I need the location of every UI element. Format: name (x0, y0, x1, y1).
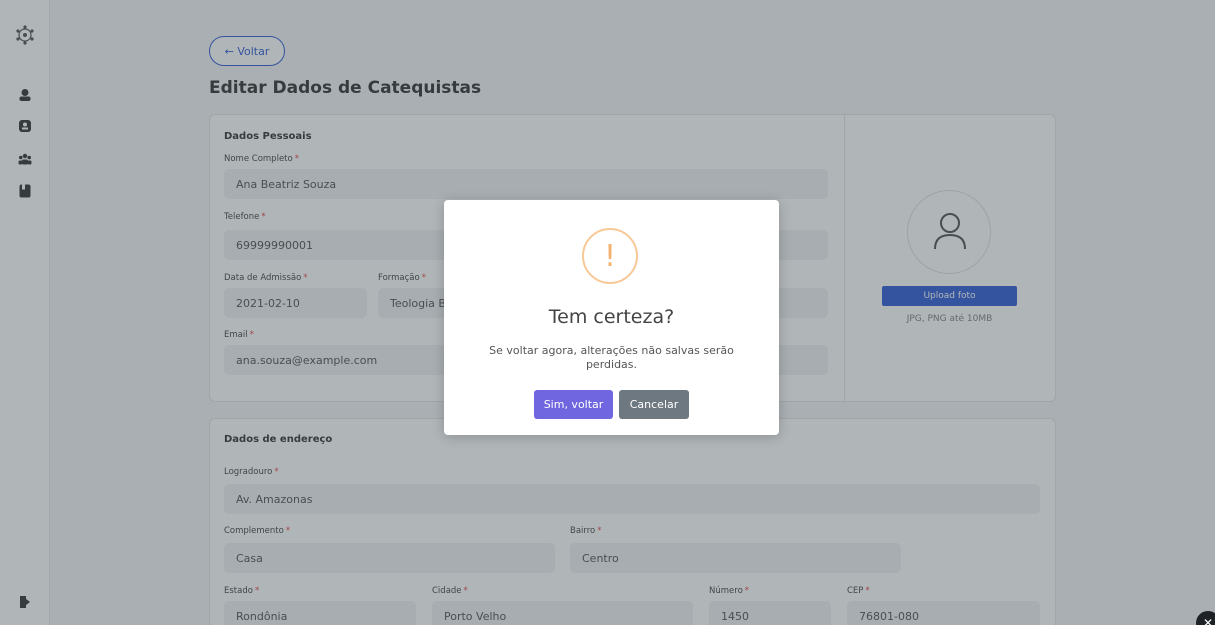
dialog-message: Se voltar agora, alterações não salvas s… (489, 344, 734, 371)
confirm-button[interactable]: Sim, voltar (534, 390, 613, 419)
dialog-title: Tem certeza? (548, 306, 675, 328)
warning-icon: ! (582, 228, 638, 284)
cancel-button[interactable]: Cancelar (619, 390, 689, 419)
confirm-dialog: ! Tem certeza? Se voltar agora, alteraçõ… (444, 200, 779, 435)
